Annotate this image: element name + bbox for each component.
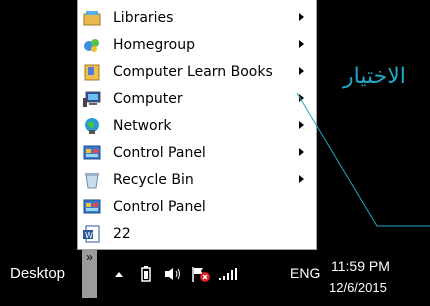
input-language-indicator[interactable]: ENG: [290, 265, 320, 281]
annotation-label: الاختيار: [343, 64, 406, 89]
volume-icon[interactable]: [163, 264, 183, 284]
clock-time[interactable]: 11:59 PM: [331, 258, 390, 274]
toolbar-chevron-button[interactable]: »: [82, 250, 97, 298]
show-hidden-icons-button[interactable]: [112, 264, 126, 284]
action-center-flag-icon[interactable]: [191, 264, 211, 284]
clock-date[interactable]: 12/6/2015: [329, 280, 387, 295]
network-signal-icon[interactable]: [217, 264, 241, 284]
desktop-toolbar-label[interactable]: Desktop: [10, 265, 65, 282]
chevron-up-icon: [115, 272, 123, 277]
power-icon[interactable]: [137, 264, 155, 284]
